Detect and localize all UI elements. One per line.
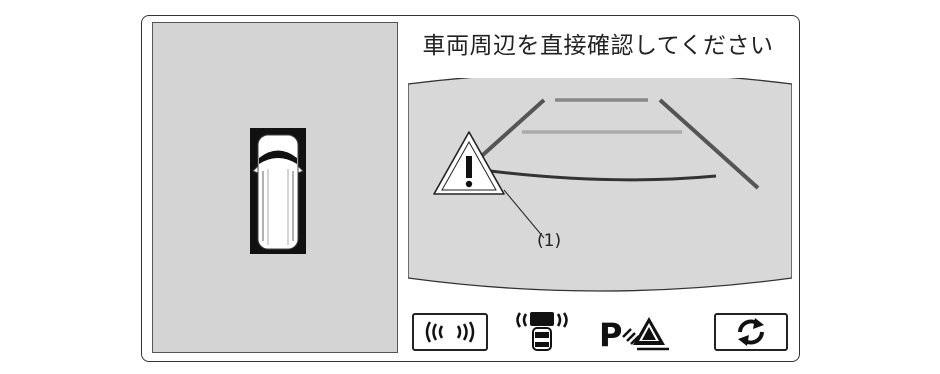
camera-switch-rotate-icon [738, 318, 764, 346]
camera-switch-button[interactable] [714, 313, 788, 351]
warning-message: 車両周辺を直接確認してください [422, 33, 774, 59]
sonar-button[interactable] [412, 313, 488, 351]
vehicle-sensor-icon[interactable] [514, 310, 570, 354]
monitor-display: 車両周辺を直接確認してください (1) P [0, 0, 940, 374]
rear-camera-view [408, 78, 792, 302]
callout-label: (1) [537, 231, 562, 251]
sonar-wave-icon [425, 321, 475, 343]
park-letter: P [599, 316, 622, 353]
parking-assist-icon[interactable]: P [597, 313, 673, 354]
exclamation-triangle-icon [433, 131, 505, 195]
top-down-view-panel [152, 22, 398, 353]
vehicle-top-view-icon [250, 128, 306, 254]
